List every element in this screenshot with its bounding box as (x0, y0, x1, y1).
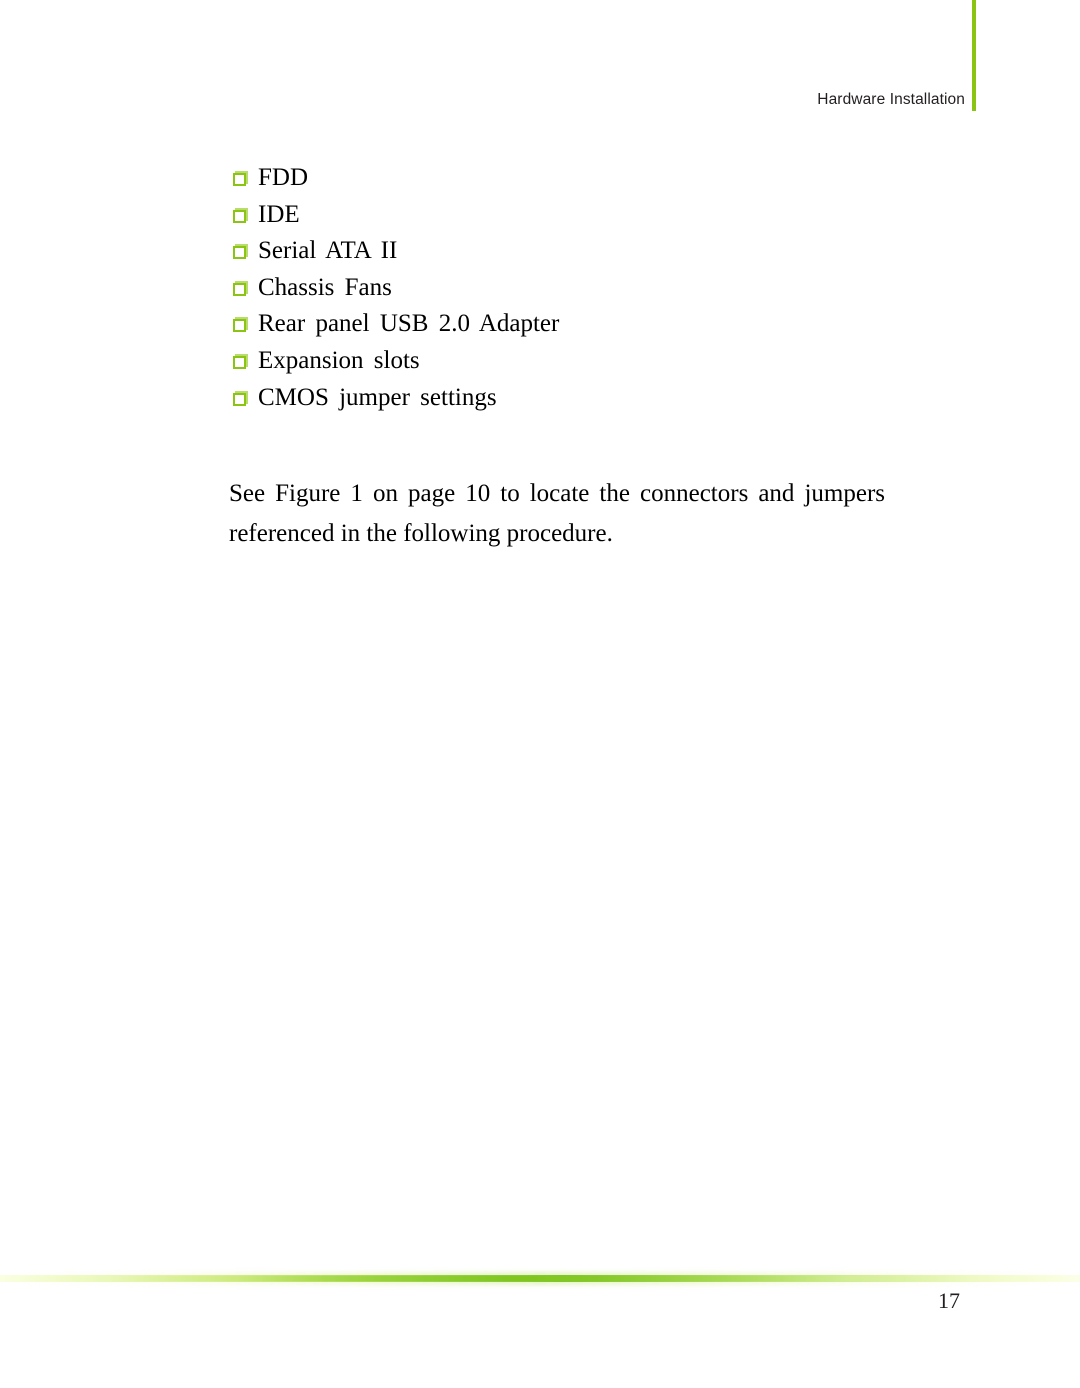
header-title: Hardware Installation (817, 91, 965, 108)
checkbox-square-icon (233, 246, 246, 260)
list-item-label: IDE (258, 200, 300, 228)
checkbox-square-icon (233, 209, 246, 223)
checkbox-square-icon (233, 355, 246, 369)
list-item: Expansion slots (229, 343, 885, 380)
page-number: 17 (938, 1288, 960, 1313)
list-item: IDE (229, 197, 885, 234)
page-content: FDD IDE Serial ATA II Chassis Fans Rear … (229, 160, 885, 554)
list-item-label: Serial ATA II (258, 237, 398, 265)
list-item: Chassis Fans (229, 270, 885, 307)
list-item-label: CMOS jumper settings (258, 383, 497, 411)
list-item: Rear panel USB 2.0 Adapter (229, 306, 885, 343)
list-item: FDD (229, 160, 885, 197)
checkbox-square-icon (233, 392, 246, 406)
body-paragraph: See Figure 1 on page 10 to locate the co… (229, 480, 885, 548)
list-item-label: Rear panel USB 2.0 Adapter (258, 310, 560, 338)
header-vertical-rule-icon (972, 0, 976, 111)
list-item-label: Chassis Fans (258, 273, 392, 301)
list-item: Serial ATA II (229, 233, 885, 270)
component-bullet-list: FDD IDE Serial ATA II Chassis Fans Rear … (229, 160, 885, 416)
checkbox-square-icon (233, 319, 246, 333)
list-item: CMOS jumper settings (229, 380, 885, 417)
checkbox-square-icon (233, 173, 246, 186)
footer-divider-core-icon (0, 1276, 1080, 1281)
footer-divider (0, 1265, 1080, 1295)
document-page: Hardware Installation FDD IDE Serial ATA… (0, 0, 1080, 1388)
checkbox-square-icon (233, 282, 246, 296)
list-item-label: FDD (258, 164, 309, 191)
list-item-label: Expansion slots (258, 346, 420, 374)
